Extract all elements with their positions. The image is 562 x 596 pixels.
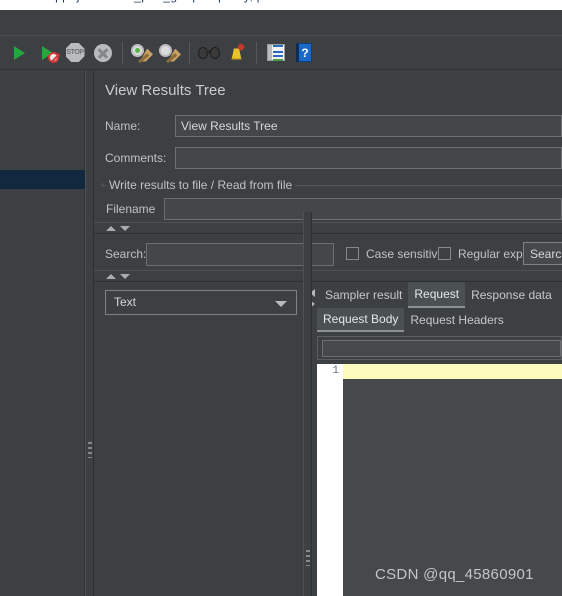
renderer-select[interactable]: Text — [105, 290, 297, 315]
menu-bar-area — [0, 10, 562, 35]
editor-gutter: 1 — [317, 364, 343, 596]
write-results-group: Write results to file / Read from file F… — [102, 178, 562, 224]
tab-request[interactable]: Request — [408, 282, 466, 308]
play-icon — [13, 45, 25, 60]
name-row: Name: View Results Tree — [94, 114, 562, 138]
reset-search-button[interactable] — [224, 40, 250, 66]
regular-exp-checkbox[interactable] — [438, 247, 451, 260]
editor-find-bar[interactable] — [317, 336, 562, 360]
collapse-down-icon-2[interactable] — [120, 274, 130, 279]
search-button[interactable] — [196, 40, 222, 66]
help-button[interactable]: ? — [291, 40, 317, 66]
broom-icon — [227, 42, 247, 63]
chevron-down-icon[interactable] — [275, 301, 287, 307]
result-detail-pane: Sampler result Request Response data Req… — [308, 282, 562, 596]
start-no-pauses-button[interactable] — [34, 40, 60, 66]
element-config-panel: View Results Tree Name: View Results Tre… — [94, 70, 562, 596]
editor-current-line-highlight — [343, 364, 562, 379]
editor-find-input[interactable] — [322, 340, 561, 357]
start-button[interactable] — [6, 40, 32, 66]
name-label: Name: — [105, 119, 141, 133]
collapse-up-icon[interactable] — [106, 226, 116, 231]
collapse-down-icon[interactable] — [120, 226, 130, 231]
page-title: View Results Tree — [105, 82, 226, 99]
collapse-bar-top[interactable] — [94, 222, 562, 234]
toolbar-separator-2 — [189, 41, 190, 64]
clear-icon — [131, 43, 153, 63]
group-legend: Write results to file / Read from file — [106, 178, 296, 192]
comments-label: Comments: — [105, 151, 167, 165]
stop-icon: STOP — [65, 43, 85, 62]
function-helper-button[interactable] — [263, 40, 289, 66]
case-sensitive-checkbox[interactable] — [346, 247, 359, 260]
help-book-icon: ? — [296, 43, 312, 62]
collapse-up-icon-2[interactable] — [106, 274, 116, 279]
regular-exp-label: Regular exp. — [458, 247, 527, 261]
request-body-editor[interactable]: 1 — [317, 364, 562, 596]
watermark: CSDN @qq_45860901 — [375, 566, 534, 583]
stop-button[interactable]: STOP — [62, 40, 88, 66]
group-border-tick — [102, 183, 103, 187]
clear-button[interactable] — [129, 40, 155, 66]
toolbar-separator-1 — [122, 41, 123, 64]
jmeter-window: app .jmeter. ... _p... _g... p ... p ...… — [0, 0, 562, 596]
tab-response-data[interactable]: Response data — [465, 282, 558, 308]
shutdown-button[interactable] — [90, 40, 116, 66]
notepad-icon — [267, 44, 285, 61]
comments-row: Comments: — [94, 146, 562, 170]
search-label: Search: — [105, 247, 147, 261]
comments-input[interactable] — [175, 147, 562, 169]
cut-off-title-strip: app .jmeter. ... _p... _g... p ... p ...… — [0, 0, 562, 10]
main-toolbar: STOP ? — [0, 35, 562, 70]
clear-all-icon — [159, 43, 181, 63]
search-submit-button[interactable]: Search — [523, 242, 562, 265]
tab-sampler-result[interactable]: Sampler result — [319, 282, 408, 308]
tree-main-splitter[interactable] — [85, 70, 94, 596]
shutdown-icon — [94, 43, 112, 62]
splitter-grip-2[interactable] — [306, 550, 310, 566]
filename-input[interactable] — [164, 198, 562, 220]
test-plan-tree[interactable] — [0, 70, 85, 596]
renderer-results-splitter[interactable] — [303, 212, 312, 596]
search-row: Search: Case sensitive Regular exp. Sear… — [94, 242, 562, 266]
primary-tabs[interactable]: Sampler result Request Response data — [319, 282, 558, 308]
splitter-grip[interactable] — [88, 442, 92, 458]
secondary-tabs[interactable]: Request Body Request Headers — [317, 308, 510, 332]
case-sensitive-label: Case sensitive — [366, 247, 445, 261]
line-number: 1 — [332, 365, 339, 377]
binoculars-icon — [198, 45, 220, 60]
tab-request-body[interactable]: Request Body — [317, 308, 405, 332]
toolbar-separator-3 — [256, 41, 257, 64]
cut-off-title-text: app .jmeter. ... _p... _g... p ... p ...… — [48, 0, 264, 3]
tab-request-headers[interactable]: Request Headers — [404, 308, 509, 332]
name-input[interactable]: View Results Tree — [175, 115, 562, 137]
renderer-selected-value: Text — [114, 295, 137, 309]
clear-all-button[interactable] — [157, 40, 183, 66]
filename-label: Filename — [106, 202, 156, 216]
collapse-bar-bottom[interactable] — [94, 270, 562, 282]
play-no-pauses-icon — [36, 43, 59, 63]
tree-selected-node[interactable] — [0, 170, 85, 189]
